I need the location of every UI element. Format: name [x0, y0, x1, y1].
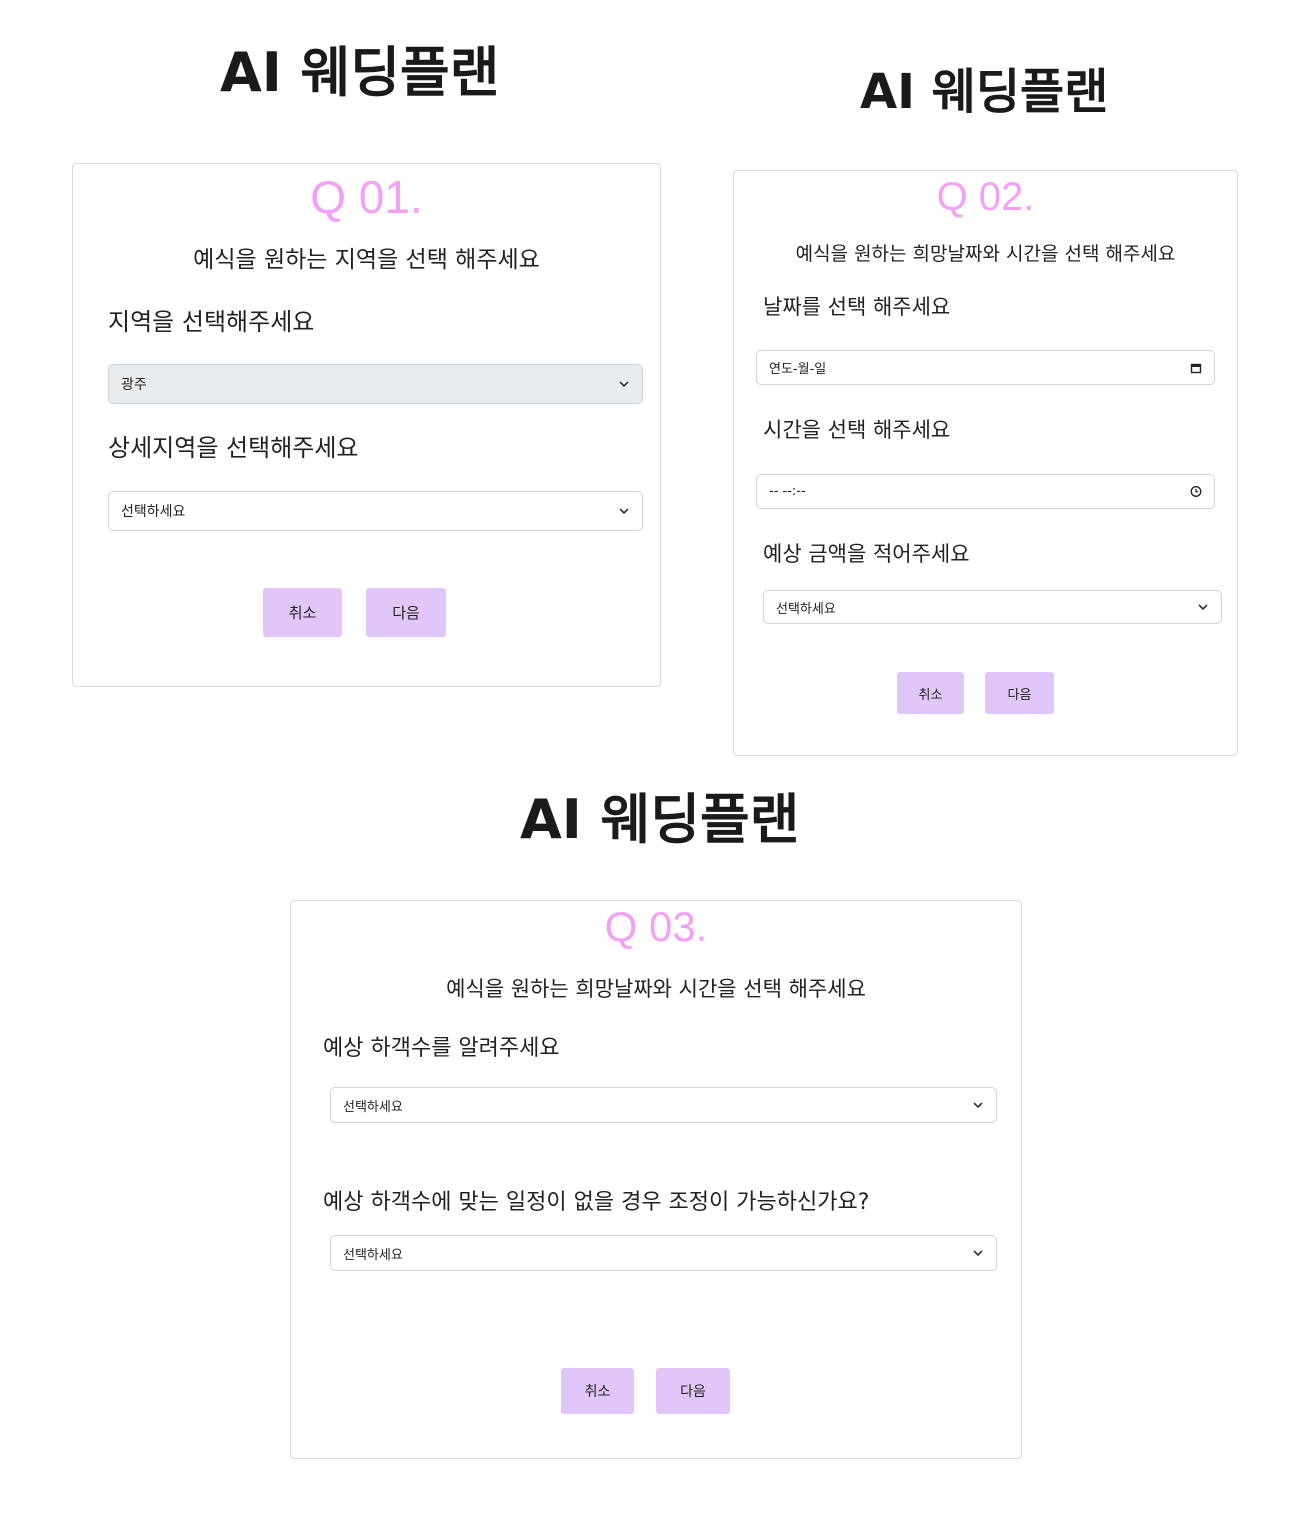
chevron-down-icon [618, 378, 630, 390]
question-subtitle: 예식을 원하는 희망날짜와 시간을 선택 해주세요 [446, 977, 866, 1001]
guest-count-select[interactable]: 선택하세요 [330, 1087, 997, 1123]
time-label: 시간을 선택 해주세요 [763, 418, 951, 442]
question-subtitle: 예식을 원하는 희망날짜와 시간을 선택 해주세요 [795, 243, 1176, 265]
calendar-icon[interactable] [1190, 362, 1202, 374]
next-button[interactable]: 다음 [985, 672, 1054, 714]
question-number: Q 01. [310, 171, 423, 223]
question-card-3: Q 03. 예식을 원하는 희망날짜와 시간을 선택 해주세요 예상 하객수를 … [290, 900, 1022, 1459]
cancel-button[interactable]: 취소 [897, 672, 964, 714]
chevron-down-icon [1197, 601, 1209, 613]
date-input[interactable]: 연도-월-일 [756, 350, 1215, 385]
detail-region-select-value: 선택하세요 [121, 504, 186, 520]
app-title: AI 웨딩플랜 [520, 788, 800, 851]
chevron-down-icon [972, 1247, 984, 1259]
question-subtitle: 예식을 원하는 지역을 선택 해주세요 [193, 247, 540, 273]
detail-region-select[interactable]: 선택하세요 [108, 491, 643, 531]
date-label: 날짜를 선택 해주세요 [763, 295, 951, 319]
clock-icon[interactable] [1190, 486, 1202, 498]
region-select[interactable]: 광주 [108, 364, 643, 404]
chevron-down-icon [972, 1099, 984, 1111]
app-title: AI 웨딩플랜 [860, 64, 1109, 120]
time-input-value: -- --:-- [769, 484, 806, 499]
budget-select-value: 선택하세요 [776, 601, 836, 617]
cancel-button[interactable]: 취소 [561, 1368, 634, 1414]
question-number: Q 02. [936, 175, 1035, 219]
budget-select[interactable]: 선택하세요 [763, 590, 1222, 624]
question-number: Q 03. [604, 903, 708, 950]
next-button[interactable]: 다음 [656, 1368, 730, 1414]
detail-region-label: 상세지역을 선택해주세요 [108, 434, 359, 462]
question-card-1: Q 01. 예식을 원하는 지역을 선택 해주세요 지역을 선택해주세요 광주 … [72, 163, 661, 687]
region-select-value: 광주 [121, 377, 147, 393]
app-title: AI 웨딩플랜 [220, 41, 500, 104]
schedule-adjust-select[interactable]: 선택하세요 [330, 1235, 997, 1271]
next-button[interactable]: 다음 [366, 588, 446, 637]
schedule-adjust-select-value: 선택하세요 [343, 1247, 403, 1263]
guest-count-label: 예상 하객수를 알려주세요 [323, 1036, 560, 1061]
question-card-2: Q 02. 예식을 원하는 희망날짜와 시간을 선택 해주세요 날짜를 선택 해… [733, 170, 1238, 756]
chevron-down-icon [618, 505, 630, 517]
budget-label: 예상 금액을 적어주세요 [763, 542, 970, 566]
schedule-adjust-label: 예상 하객수에 맞는 일정이 없을 경우 조정이 가능하신가요? [323, 1190, 870, 1215]
date-input-value: 연도-월-일 [769, 362, 827, 377]
time-input[interactable]: -- --:-- [756, 474, 1215, 509]
cancel-button[interactable]: 취소 [263, 588, 342, 637]
guest-count-select-value: 선택하세요 [343, 1099, 403, 1115]
region-label: 지역을 선택해주세요 [108, 308, 315, 336]
